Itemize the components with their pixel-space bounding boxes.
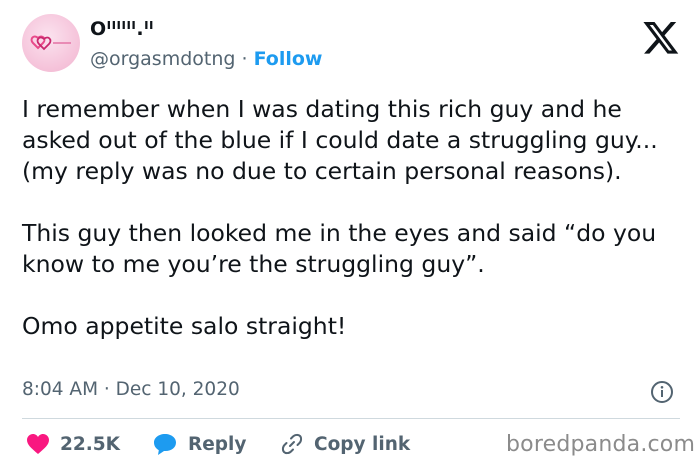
reply-bubble-icon bbox=[154, 434, 176, 455]
reply-button[interactable]: Reply bbox=[152, 430, 246, 458]
tweet-header: Oᴵᴵᴵᴵᴵᴵ.ᴵᴵ @orgasmdotng · Follow bbox=[22, 14, 682, 78]
copy-link-button[interactable]: Copy link bbox=[280, 430, 410, 458]
author-handle-row: @orgasmdotng · Follow bbox=[90, 48, 323, 70]
tweet-body: I remember when I was dating this rich g… bbox=[22, 94, 682, 342]
follow-button[interactable]: Follow bbox=[254, 48, 323, 70]
tweet-paragraph: I remember when I was dating this rich g… bbox=[22, 95, 658, 185]
avatar[interactable] bbox=[22, 14, 80, 72]
separator-dot: · bbox=[241, 48, 248, 70]
like-count: 22.5K bbox=[60, 433, 120, 455]
heart-icon bbox=[27, 434, 49, 454]
author-handle[interactable]: @orgasmdotng bbox=[90, 48, 235, 70]
tweet-card: Oᴵᴵᴵᴵᴵᴵ.ᴵᴵ @orgasmdotng · Follow I remem… bbox=[0, 0, 700, 471]
divider bbox=[22, 418, 680, 419]
author-display-name[interactable]: Oᴵᴵᴵᴵᴵᴵ.ᴵᴵ bbox=[90, 18, 154, 40]
reply-label: Reply bbox=[188, 433, 247, 455]
watermark: boredpanda.com bbox=[506, 432, 696, 457]
tweet-timestamp[interactable]: 8:04 AM · Dec 10, 2020 bbox=[22, 379, 240, 400]
copy-link-label: Copy link bbox=[314, 433, 411, 455]
avatar-logo-icon bbox=[30, 35, 71, 51]
like-button[interactable]: 22.5K bbox=[26, 430, 120, 458]
tweet-paragraph: Omo appetite salo straight! bbox=[22, 312, 347, 340]
link-icon bbox=[281, 433, 303, 455]
x-logo-icon[interactable] bbox=[642, 18, 680, 56]
tweet-paragraph: This guy then looked me in the eyes and … bbox=[22, 219, 657, 278]
info-icon[interactable] bbox=[650, 380, 674, 404]
